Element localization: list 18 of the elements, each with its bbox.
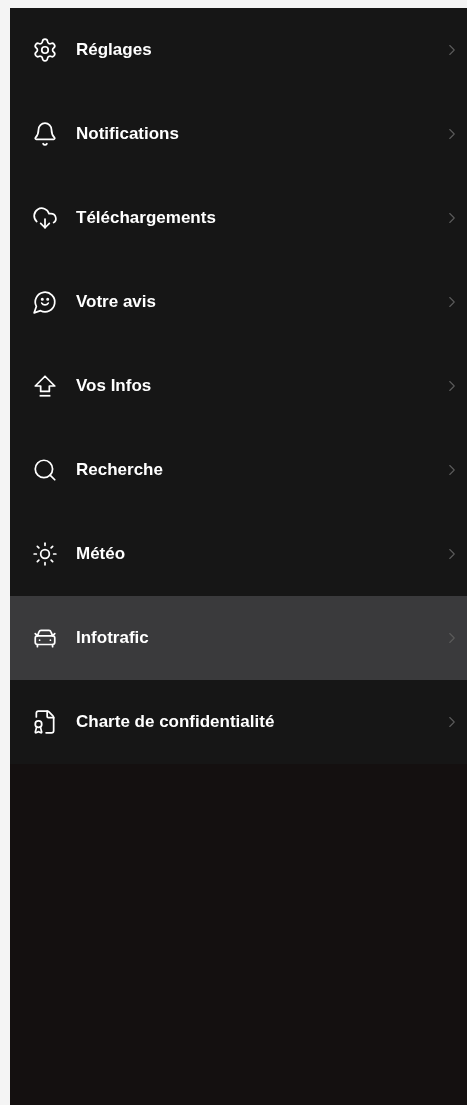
menu-label: Réglages [76, 39, 153, 62]
cloud-download-icon [32, 205, 58, 231]
document-badge-icon [32, 709, 58, 735]
menu-label: Vos Infos [76, 375, 153, 398]
gear-icon [32, 37, 58, 63]
menu-label: Infotrafic [76, 627, 150, 650]
search-icon [32, 457, 58, 483]
menu-label: Téléchargements [76, 207, 217, 230]
sun-icon [32, 541, 58, 567]
menu-item[interactable]: Infotrafic [10, 596, 467, 680]
bell-icon [32, 121, 58, 147]
menu-label: Votre avis [76, 291, 157, 314]
smile-chat-icon [32, 289, 58, 315]
menu-label: Recherche [76, 459, 164, 482]
menu-label: Charte de confidentialité [76, 711, 276, 734]
upload-arrow-icon [32, 373, 58, 399]
menu-label: Météo [76, 543, 127, 566]
menu-label: Notifications [76, 123, 180, 146]
